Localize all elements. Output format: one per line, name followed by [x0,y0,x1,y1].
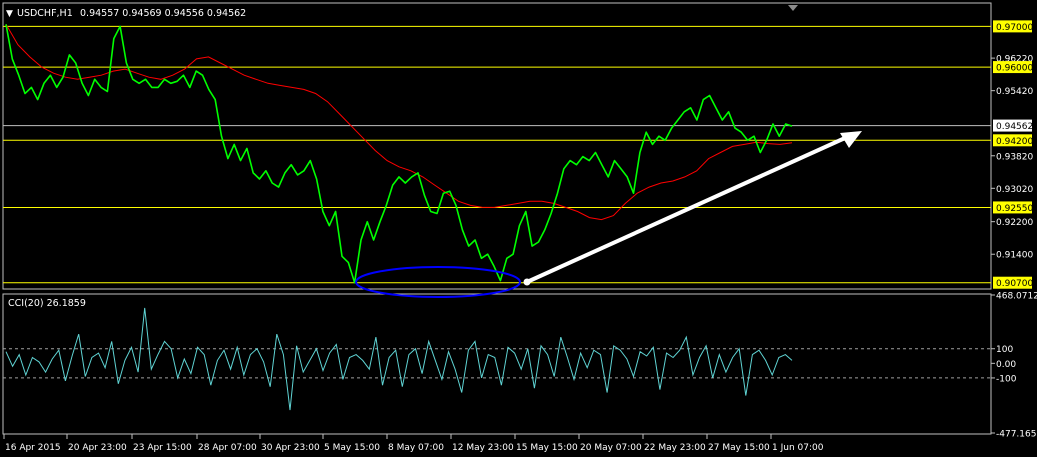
symbol-collapse-icon[interactable]: ▼ [6,9,13,19]
price-tick-label: 0.96000 [996,64,1033,74]
cci-tick-label: 468.0712 [996,292,1037,302]
time-tick-label: 5 May 15:00 [324,443,380,453]
time-tick-label: 27 May 15:00 [708,443,770,453]
time-tick-label: 28 Apr 07:00 [198,443,257,453]
cci-tick-label: -477.1659 [996,430,1037,440]
time-tick-label: 23 Apr 15:00 [133,443,192,453]
price-tick-label: 0.90700 [996,279,1033,289]
time-tick-label: 1 Jun 07:00 [772,443,824,453]
time-tick-label: 16 Apr 2015 [5,443,61,453]
cci-tick-label: 100 [996,345,1013,355]
price-tick-label: 0.94200 [996,137,1033,147]
price-tick-label: 0.97000 [996,23,1033,33]
price-tick-label: 0.94562 [996,122,1033,132]
chart-canvas: ▼ USDCHF,H1 0.94557 0.94569 0.94556 0.94… [0,0,1037,457]
cci-header: CCI(20) 26.1859 [8,298,86,309]
price-tick-label: 0.92200 [996,218,1033,228]
symbol-label: USDCHF,H1 [17,8,73,19]
time-tick-label: 12 May 23:00 [452,443,514,453]
cci-tick-label: -100 [996,374,1017,384]
price-tick-label: 0.93020 [996,185,1033,195]
price-tick-label: 0.93820 [996,152,1033,162]
price-tick-label: 0.95420 [996,87,1033,97]
time-tick-label: 15 May 15:00 [516,443,578,453]
time-tick-label: 30 Apr 23:00 [261,443,320,453]
time-tick-label: 22 May 23:00 [644,443,706,453]
price-tick-label: 0.92550 [996,204,1033,214]
time-tick-label: 8 May 07:00 [388,443,444,453]
time-tick-label: 20 Apr 23:00 [68,443,127,453]
cci-tick-label: 0.00 [996,360,1016,370]
time-tick-label: 20 May 07:00 [580,443,642,453]
ohlc-values: 0.94557 0.94569 0.94556 0.94562 [80,8,246,19]
price-tick-label: 0.91400 [996,251,1033,261]
